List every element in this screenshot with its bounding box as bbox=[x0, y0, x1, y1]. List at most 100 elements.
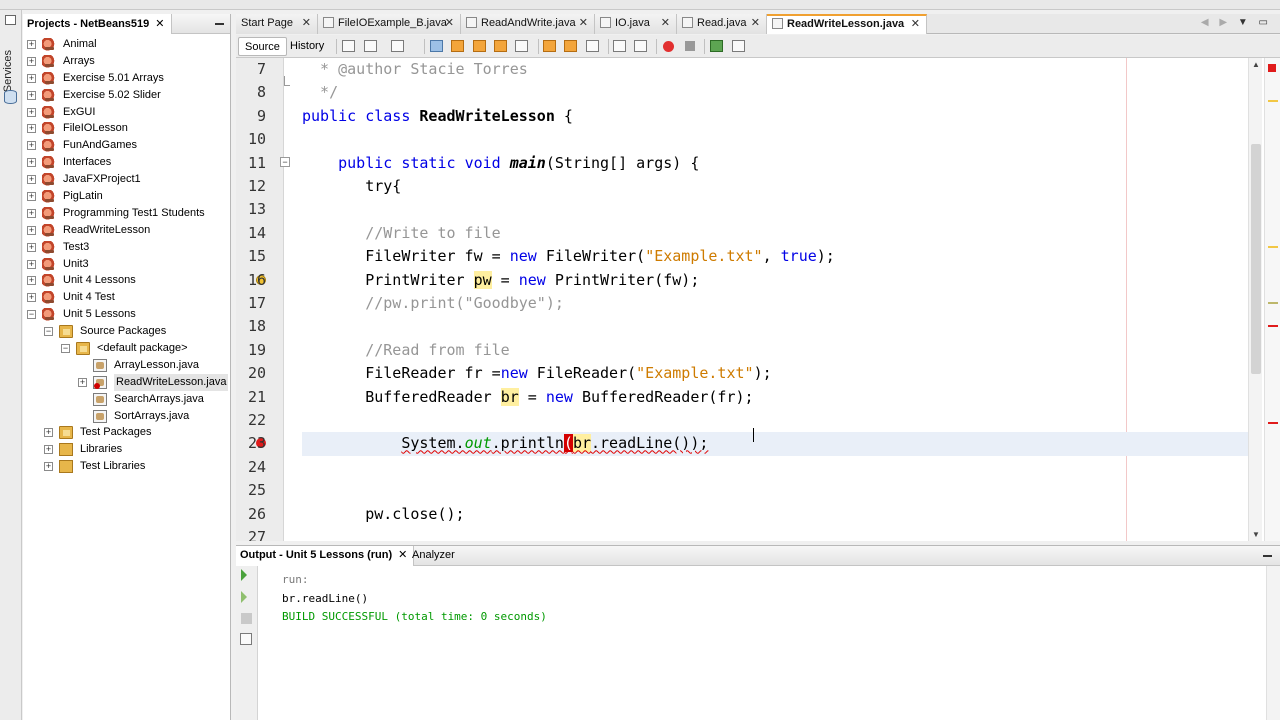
minimize-icon[interactable] bbox=[215, 23, 224, 25]
expand-icon[interactable]: + bbox=[27, 276, 36, 286]
tree-item[interactable]: + Libraries bbox=[23, 441, 230, 458]
next-bookmark-icon[interactable] bbox=[564, 40, 577, 52]
warning-mark[interactable] bbox=[1268, 246, 1278, 248]
close-icon[interactable]: ✕ bbox=[302, 14, 311, 33]
rerun-with-options-icon[interactable] bbox=[241, 591, 247, 603]
expand-icon[interactable]: + bbox=[27, 90, 36, 100]
output-console[interactable]: run: br.readLine() BUILD SUCCESSFUL (total… bbox=[236, 566, 1280, 720]
check-icon[interactable] bbox=[710, 40, 723, 52]
code-line[interactable]: * @author Stacie Torres bbox=[302, 58, 1250, 81]
code-line[interactable] bbox=[302, 526, 1250, 541]
close-icon[interactable]: ✕ bbox=[398, 549, 407, 561]
expand-icon[interactable]: + bbox=[27, 56, 36, 66]
tree-item[interactable]: + Unit 4 Test bbox=[23, 289, 230, 306]
editor-tab[interactable]: ReadWriteLesson.java ✕ bbox=[767, 14, 927, 34]
code-editor[interactable]: 7 8 9 10 11 12 13 14 15 16 17 18 19 20 21 22 23 24 25 26 27 … bbox=[236, 58, 1280, 541]
editor-tab[interactable]: Read.java ✕ bbox=[677, 14, 767, 34]
line-number-gutter[interactable]: 7 8 9 10 11 12 13 14 15 16 17 18 19 20 21 22 23 24 25 26 27 bbox=[236, 58, 284, 541]
search-icon[interactable] bbox=[430, 40, 443, 52]
code-line[interactable]: System.out.println(br.readLine()); bbox=[302, 432, 1250, 456]
tree-item[interactable]: + ExGUI bbox=[23, 104, 230, 121]
toggle-bookmark-icon[interactable] bbox=[586, 40, 599, 52]
code-line[interactable] bbox=[302, 315, 1250, 338]
tree-item[interactable]: + FileIOLesson bbox=[23, 120, 230, 137]
code-line[interactable] bbox=[302, 198, 1250, 221]
expand-icon[interactable]: + bbox=[44, 428, 53, 438]
collapse-icon[interactable]: − bbox=[27, 310, 36, 320]
output-tab[interactable]: Output - Unit 5 Lessons (run) ✕ bbox=[236, 546, 415, 566]
tab-navigation[interactable]: ◀ ▶ ▼ ▭ bbox=[1201, 17, 1272, 28]
close-icon[interactable]: ✕ bbox=[579, 14, 588, 33]
code-line[interactable]: FileReader fr =new FileReader("Example.t… bbox=[302, 362, 1250, 385]
tree-item[interactable]: + Unit3 bbox=[23, 256, 230, 273]
tree-item[interactable]: + Interfaces bbox=[23, 154, 230, 171]
services-tab[interactable]: Services bbox=[2, 50, 14, 92]
scroll-down-icon[interactable]: ▼ bbox=[1252, 530, 1260, 539]
expand-icon[interactable]: + bbox=[27, 40, 36, 49]
warning-mark[interactable] bbox=[1268, 100, 1278, 102]
tree-item[interactable]: + FunAndGames bbox=[23, 137, 230, 154]
code-line[interactable]: */ bbox=[302, 81, 1250, 104]
code-line[interactable]: public static void main(String[] args) { bbox=[302, 152, 1250, 175]
close-icon[interactable]: ✕ bbox=[911, 16, 920, 33]
history-button[interactable]: History bbox=[284, 37, 330, 56]
fold-collapse-icon[interactable]: − bbox=[280, 157, 290, 167]
close-icon[interactable]: ✕ bbox=[155, 18, 164, 30]
expand-icon[interactable]: + bbox=[27, 107, 36, 117]
tree-item[interactable]: + Test3 bbox=[23, 239, 230, 256]
error-summary-icon[interactable] bbox=[1268, 64, 1276, 72]
tree-item[interactable]: + ReadWriteLesson bbox=[23, 222, 230, 239]
start-macro-icon[interactable] bbox=[663, 41, 674, 52]
error-stripe[interactable] bbox=[1264, 58, 1280, 541]
analyzer-tab[interactable]: Analyzer bbox=[408, 546, 461, 566]
toggle-highlight-icon[interactable] bbox=[515, 40, 528, 52]
tree-item[interactable]: + Arrays bbox=[23, 53, 230, 70]
collapse-icon[interactable]: − bbox=[44, 327, 53, 337]
vertical-scrollbar[interactable]: ▲ ▼ bbox=[1248, 58, 1262, 541]
tree-item[interactable]: − <default package> bbox=[23, 340, 230, 357]
scrollbar-thumb[interactable] bbox=[1251, 144, 1261, 374]
expand-icon[interactable]: + bbox=[27, 158, 36, 168]
expand-icon[interactable]: + bbox=[44, 445, 53, 455]
code-line[interactable] bbox=[302, 409, 1250, 432]
tree-item[interactable]: + Unit 4 Lessons bbox=[23, 272, 230, 289]
tree-item[interactable]: + JavaFXProject1 bbox=[23, 171, 230, 188]
editor-tab[interactable]: Start Page ✕ bbox=[236, 14, 318, 34]
projects-tab[interactable]: Projects - NetBeans519 ✕ bbox=[23, 14, 172, 34]
expand-icon[interactable]: + bbox=[27, 259, 36, 269]
code-line[interactable] bbox=[302, 479, 1250, 502]
close-icon[interactable]: ✕ bbox=[661, 14, 670, 33]
last-edit-icon[interactable] bbox=[342, 40, 355, 52]
editor-tab[interactable]: IO.java ✕ bbox=[595, 14, 677, 34]
tree-item[interactable]: − Unit 5 Lessons bbox=[23, 306, 230, 323]
scroll-up-icon[interactable]: ▲ bbox=[1252, 60, 1260, 69]
code-line[interactable]: try{ bbox=[302, 175, 1250, 198]
expand-icon[interactable]: + bbox=[27, 293, 36, 303]
stop-macro-icon[interactable] bbox=[685, 41, 695, 51]
editor-tab[interactable]: FileIOExample_B.java ✕ bbox=[318, 14, 461, 34]
expand-icon[interactable]: + bbox=[27, 208, 36, 218]
hint-mark[interactable] bbox=[1268, 302, 1278, 304]
code-line[interactable] bbox=[302, 456, 1250, 479]
code-line[interactable]: PrintWriter pw = new PrintWriter(fw); bbox=[302, 269, 1250, 292]
shift-right-icon[interactable] bbox=[634, 40, 647, 52]
rerun-icon[interactable] bbox=[241, 569, 247, 581]
tree-item[interactable]: + Exercise 5.01 Arrays bbox=[23, 70, 230, 87]
find-next-icon[interactable] bbox=[473, 40, 486, 52]
editor-tab[interactable]: ReadAndWrite.java ✕ bbox=[461, 14, 595, 34]
expand-icon[interactable]: + bbox=[27, 73, 36, 83]
expand-icon[interactable]: + bbox=[44, 462, 53, 472]
expand-icon[interactable]: + bbox=[27, 141, 36, 151]
find-selection-icon[interactable] bbox=[494, 40, 507, 52]
tree-item[interactable]: + ReadWriteLesson.java bbox=[23, 373, 230, 391]
forward-icon[interactable] bbox=[391, 40, 404, 52]
tree-item[interactable]: + Exercise 5.02 Slider bbox=[23, 87, 230, 104]
close-icon[interactable]: ✕ bbox=[751, 14, 760, 33]
source-button[interactable]: Source bbox=[238, 37, 287, 56]
chevron-down-icon[interactable]: ▼ bbox=[1238, 17, 1252, 28]
expand-icon[interactable]: + bbox=[27, 192, 36, 202]
expand-icon[interactable]: + bbox=[78, 377, 87, 387]
code-line[interactable]: public class ReadWriteLesson { bbox=[302, 105, 1250, 128]
stop-icon[interactable] bbox=[241, 613, 252, 624]
expand-icon[interactable]: + bbox=[27, 225, 36, 235]
